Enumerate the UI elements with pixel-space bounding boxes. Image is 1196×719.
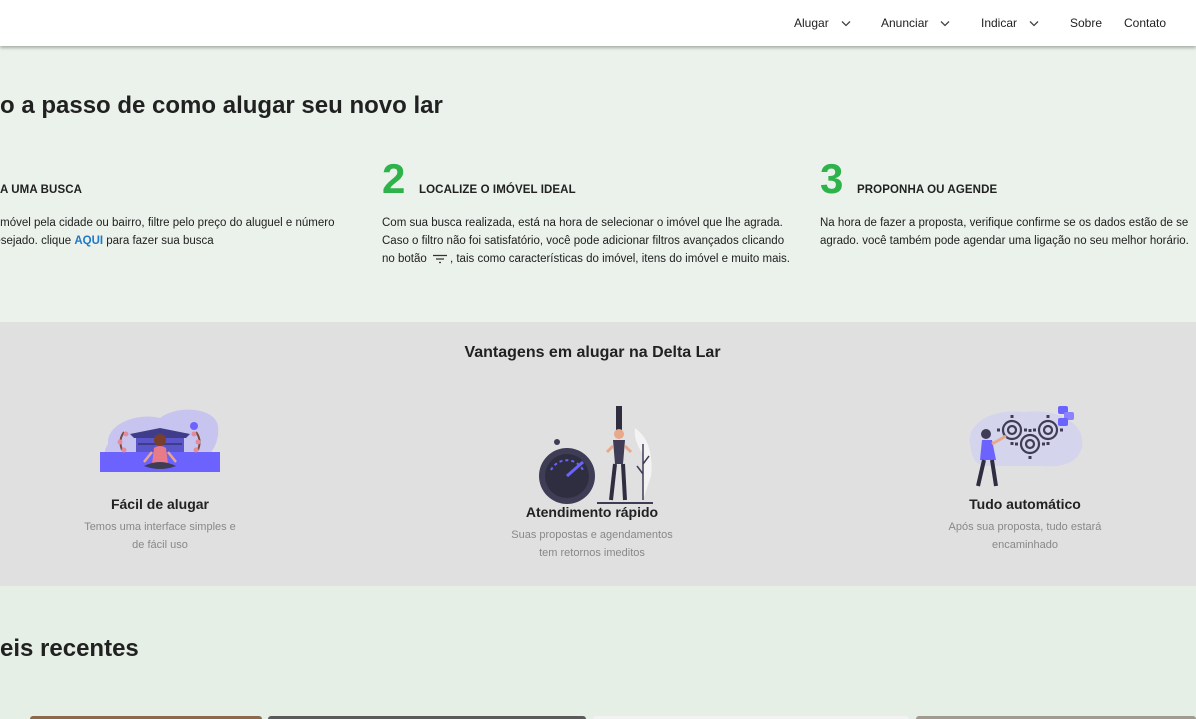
advantage-title-auto: Tudo automático [969,496,1081,512]
nav-item-anunciar[interactable]: Anunciar [881,16,951,30]
step-1-label: A UMA BUSCA [0,184,83,196]
search-here-link[interactable]: AQUI [74,235,103,247]
advantage-title-fast: Atendimento rápido [525,504,659,520]
advantage-desc-easy-1: Temos uma interface simples e [84,521,236,533]
step-2-desc-line3: no botão , tais como características do … [382,250,807,268]
advantage-desc-auto: Após sua proposta, tudo estará encaminhad… [925,518,1125,554]
advantages-title: Vantagens em alugar na Delta Lar [464,344,721,361]
nav-label-anunciar: Anunciar [881,16,929,30]
step-1-desc-post: para fazer sua busca [103,235,214,247]
step-3-label: PROPONHA OU AGENDE [857,184,998,196]
advantage-desc-easy: Temos uma interface simples e de fácil us… [60,518,260,554]
step-3-desc-line2: agrado. você também pode agendar uma lig… [820,235,1189,247]
step-1-desc-line1: u imóvel pela cidade ou bairro, filtre p… [0,217,335,229]
step-1-desc-pre: desejado. clique [0,235,72,247]
step-2-desc-line2: Caso o filtro não foi satisfatório, você… [382,235,785,247]
step-2-label: LOCALIZE O IMÓVEL IDEAL [419,184,576,196]
nav-label-contato: Contato [1124,16,1167,30]
step-2-description: Com sua busca realizada, está na hora de… [382,214,807,268]
step-1-desc-line2: desejado. clique AQUI para fazer sua bus… [0,232,358,250]
advantages-section: Vantagens em alugar na Delta Lar Fácil d… [0,322,1196,586]
steps-title: o a passo de como alugar seu novo lar [0,92,443,119]
advantage-card-auto: Tudo automático Após sua proposta, tudo … [925,404,1125,554]
advantage-desc-fast: Suas propostas e agendamentos tem retorno… [492,526,692,562]
step-3-desc-line1: Na hora de fazer a proposta, verifique c… [820,217,1189,229]
nav-item-alugar[interactable]: Alugar [794,16,852,30]
step-3-description: Na hora de fazer a proposta, verifique c… [820,214,1196,250]
advantage-desc-easy-2: de fácil uso [132,539,188,551]
advantage-desc-fast-1: Suas propostas e agendamentos [511,529,673,541]
chevron-down-icon [840,17,852,29]
recent-properties-title: eis recentes [0,635,139,662]
top-navbar: Alugar Anunciar Indicar Sobre Contato [0,0,1196,46]
meditation-illustration [100,409,220,472]
nav-label-alugar: Alugar [794,16,829,30]
step-2-desc-post: , tais como características do imóvel, i… [449,253,790,265]
filter-icon [432,254,447,264]
step-2-desc-pre: no botão [382,253,430,265]
nav-item-contato[interactable]: Contato [1124,16,1166,30]
nav-item-indicar[interactable]: Indicar [981,16,1040,30]
advantage-desc-fast-2: tem retornos imeditos [539,547,645,559]
step-2-number: 2 [382,155,406,202]
steps-section: o a passo de como alugar seu novo lar A … [0,46,1196,322]
recent-properties-section: eis recentes [0,586,1196,719]
step-2-desc-line1: Com sua busca realizada, está na hora de… [382,217,783,229]
nav-label-indicar: Indicar [981,16,1018,30]
gears-illustration [969,406,1083,487]
chevron-down-icon [939,17,951,29]
speedometer-illustration [539,406,653,504]
step-3-number: 3 [820,155,844,202]
advantage-card-easy: Fácil de alugar Temos uma interface simp… [60,404,260,554]
nav-item-sobre[interactable]: Sobre [1070,16,1102,30]
step-1-description: u imóvel pela cidade ou bairro, filtre p… [0,214,358,250]
advantage-desc-auto-2: encaminhado [991,539,1059,551]
advantage-title-easy: Fácil de alugar [110,496,210,512]
advantage-card-fast: Atendimento rápido Suas propostas e agen… [492,404,692,562]
advantage-desc-auto-1: Após sua proposta, tudo estará [948,521,1102,533]
chevron-down-icon [1028,17,1040,29]
nav-label-sobre: Sobre [1070,16,1103,30]
